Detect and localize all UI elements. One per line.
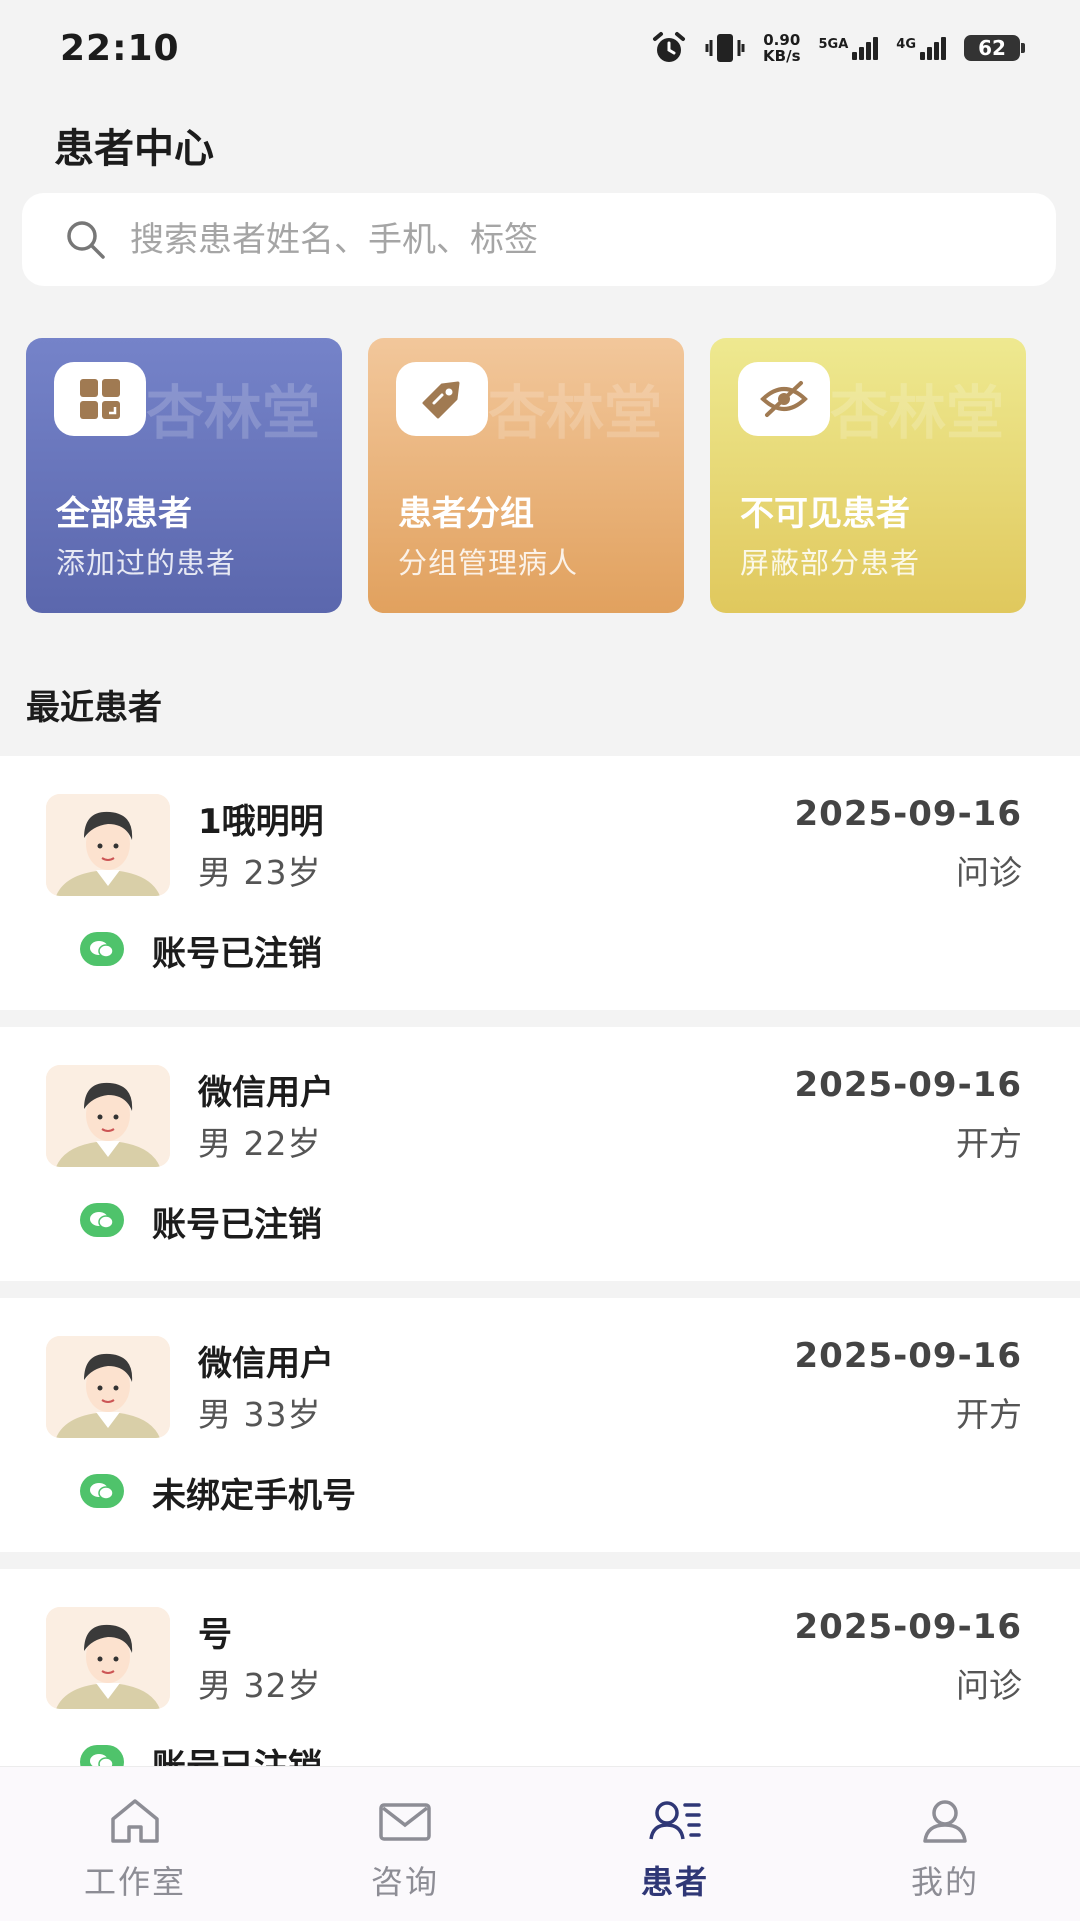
status-icons: 0.90 KB/s 5GA 4G 62 [651, 31, 1025, 65]
user-icon [923, 1800, 967, 1843]
visit-type: 开方 [956, 1395, 1022, 1434]
signal-5ga-label: 5GA [818, 36, 849, 52]
grid-icon [54, 362, 146, 436]
card-watermark: 杏林堂 [830, 379, 1005, 447]
avatar [46, 794, 170, 896]
card-subtitle: 添加过的患者 [56, 546, 237, 580]
visit-type: 开方 [956, 1124, 1022, 1163]
status-bar: 22:10 0.90 KB/s 5GA 4G 62 [0, 0, 1080, 96]
tab-label: 我的 [910, 1863, 979, 1901]
vibrate-icon [705, 34, 745, 62]
card-watermark: 杏林堂 [488, 379, 663, 447]
wechat-icon [80, 1474, 124, 1508]
patient-info: 男 23岁 [198, 853, 322, 892]
card-patient-groups[interactable]: 杏林堂 患者分组 分组管理病人 [368, 338, 684, 613]
card-all-patients[interactable]: 杏林堂 全部患者 添加过的患者 [26, 338, 342, 613]
search-input[interactable] [128, 218, 1012, 261]
net-speed-unit: KB/s [763, 47, 801, 65]
mail-icon [379, 1803, 431, 1841]
card-title: 患者分组 [398, 494, 534, 534]
card-subtitle: 屏蔽部分患者 [740, 546, 921, 580]
wechat-icon [80, 1203, 124, 1237]
tab-patients[interactable]: 患者 [540, 1767, 810, 1921]
tag-icon [396, 362, 488, 436]
patient-info: 男 32岁 [198, 1666, 322, 1705]
patient-info: 男 33岁 [198, 1395, 322, 1434]
category-cards: 杏林堂 全部患者 添加过的患者 杏林堂 患者分组 分组管理病人 杏林堂 不可见患… [26, 338, 1026, 613]
search-bar[interactable] [22, 193, 1056, 286]
list-item[interactable]: 微信用户 男 22岁 2025-09-16 开方 账号已注销 [0, 1027, 1080, 1281]
tab-label: 患者 [640, 1863, 709, 1901]
tab-label: 咨询 [370, 1863, 439, 1901]
card-title: 全部患者 [56, 494, 192, 534]
card-title: 不可见患者 [740, 494, 910, 534]
patient-list: 1哦明明 男 23岁 2025-09-16 问诊 账号已注销 微信用户 男 22… [0, 756, 1080, 1840]
patient-name: 号 [198, 1615, 232, 1655]
eye-off-icon [738, 362, 830, 436]
battery-indicator: 62 [964, 35, 1025, 61]
wechat-icon [80, 932, 124, 966]
avatar [46, 1607, 170, 1709]
net-speed-value: 0.90 [763, 31, 801, 49]
visit-date: 2025-09-16 [794, 1336, 1022, 1376]
card-subtitle: 分组管理病人 [398, 546, 579, 580]
visit-type: 问诊 [956, 853, 1022, 892]
patient-info: 男 22岁 [198, 1124, 322, 1163]
bottom-tab-bar: 工作室 咨询 患者 我的 [0, 1766, 1080, 1921]
alarm-icon [653, 32, 686, 62]
list-item[interactable]: 1哦明明 男 23岁 2025-09-16 问诊 账号已注销 [0, 756, 1080, 1010]
tab-label: 工作室 [83, 1863, 186, 1901]
card-hidden-patients[interactable]: 杏林堂 不可见患者 屏蔽部分患者 [710, 338, 1026, 613]
signal-4g-label: 4G [896, 36, 916, 52]
list-item[interactable]: 微信用户 男 33岁 2025-09-16 开方 未绑定手机号 [0, 1298, 1080, 1552]
visit-date: 2025-09-16 [794, 1607, 1022, 1647]
recent-patients-title: 最近患者 [26, 688, 162, 728]
tab-consult[interactable]: 咨询 [270, 1767, 540, 1921]
patient-name: 微信用户 [198, 1344, 334, 1384]
account-status: 账号已注销 [152, 934, 322, 974]
tab-mine[interactable]: 我的 [810, 1767, 1080, 1921]
account-status: 未绑定手机号 [152, 1476, 356, 1516]
avatar [46, 1336, 170, 1438]
avatar [46, 1065, 170, 1167]
home-icon [111, 1799, 159, 1843]
visit-date: 2025-09-16 [794, 794, 1022, 834]
account-status: 账号已注销 [152, 1205, 322, 1245]
page-title: 患者中心 [54, 126, 214, 172]
patient-name: 1哦明明 [198, 802, 324, 842]
status-time: 22:10 [60, 27, 180, 69]
net-speed: 0.90 KB/s [763, 32, 800, 64]
card-watermark: 杏林堂 [146, 379, 321, 447]
patient-name: 微信用户 [198, 1073, 334, 1113]
search-icon [67, 220, 105, 259]
tab-studio[interactable]: 工作室 [0, 1767, 270, 1921]
signal-4g: 4G [896, 36, 946, 60]
visit-type: 问诊 [956, 1666, 1022, 1705]
visit-date: 2025-09-16 [794, 1065, 1022, 1105]
patients-icon [649, 1801, 701, 1840]
signal-5ga: 5GA [818, 36, 879, 60]
